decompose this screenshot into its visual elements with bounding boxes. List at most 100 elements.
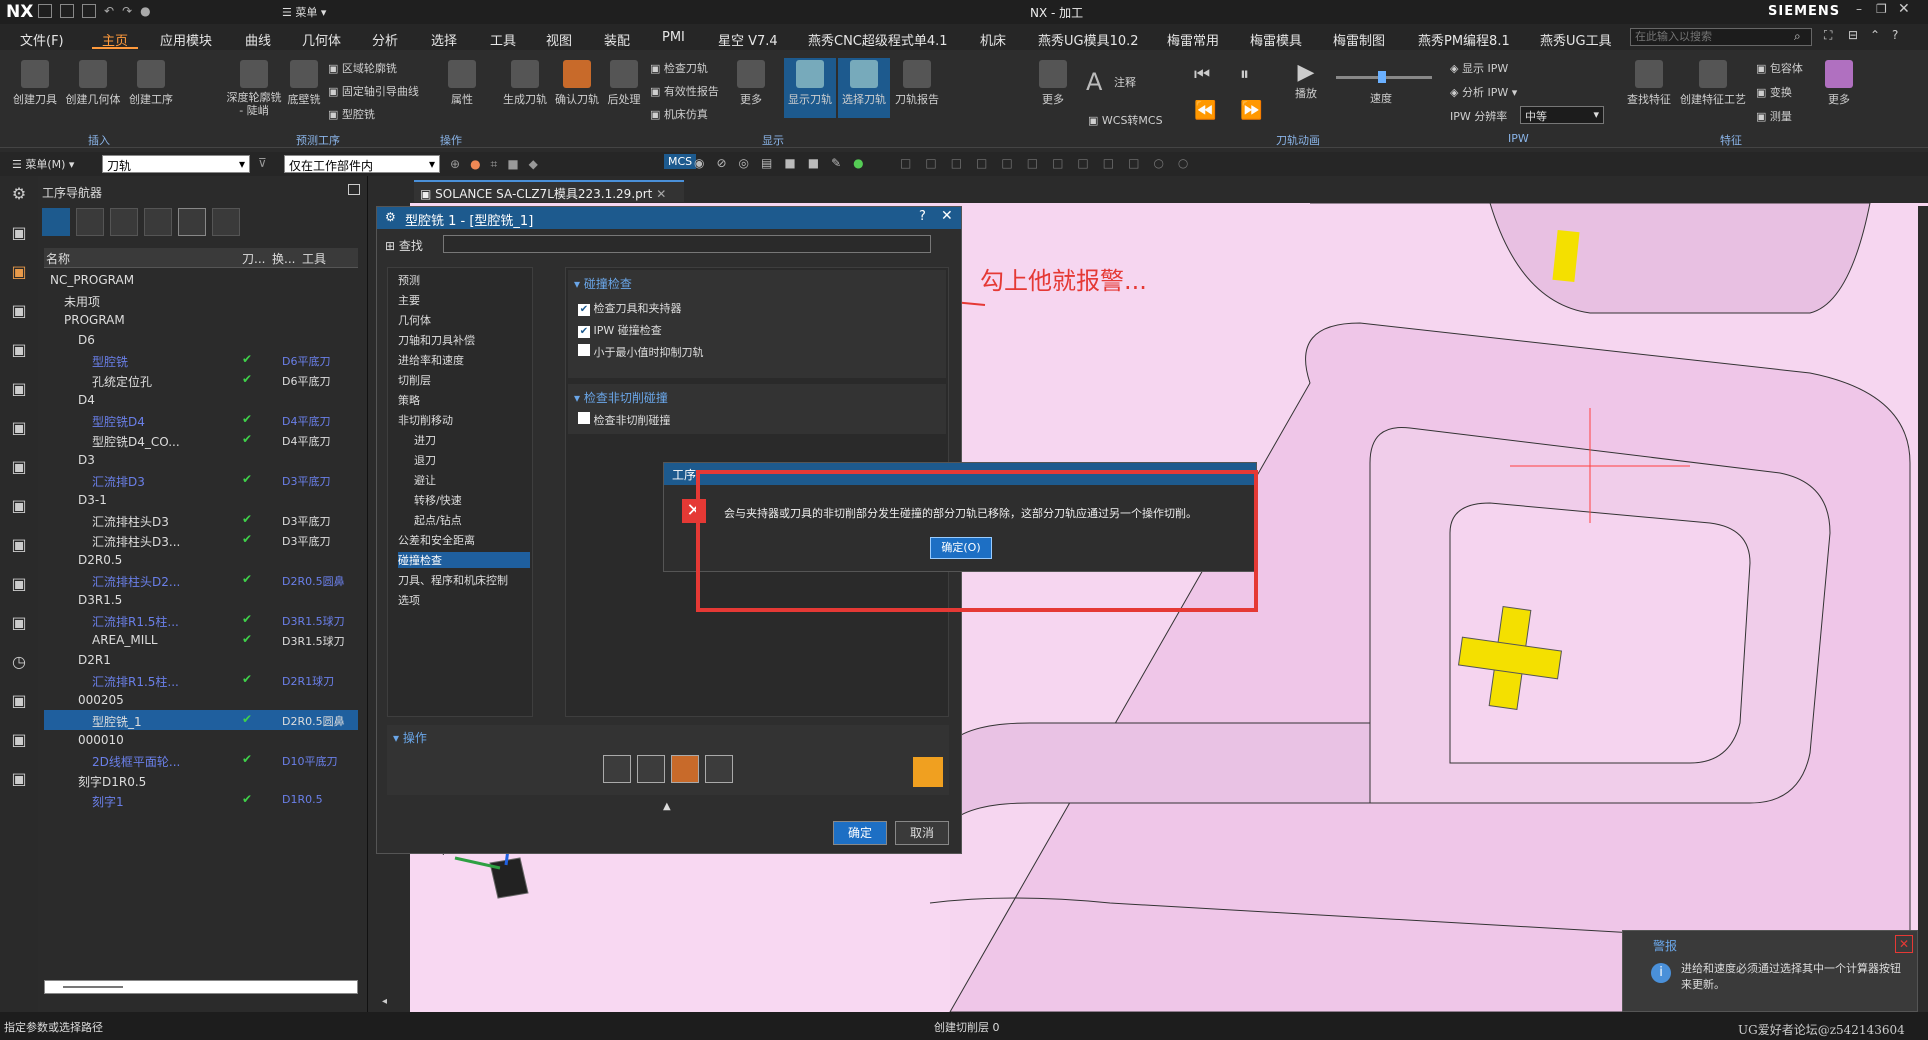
tree-row[interactable]: 型腔铣 ✔ D6平底刀 — [44, 350, 358, 370]
part-navigator-icon[interactable]: ▣ — [11, 223, 26, 242]
menu-select[interactable]: 选择 — [431, 30, 457, 49]
dialog-tree-item[interactable]: 公差和安全距离 — [398, 532, 530, 548]
tree-row[interactable]: 2D线框平面轮... ✔ D10平底刀 — [44, 750, 358, 770]
program-order-view-icon[interactable] — [42, 208, 70, 236]
tree-row[interactable]: AREA_MILL ✔ D3R1.5球刀 — [44, 630, 358, 650]
close-tab-icon[interactable]: ✕ — [656, 187, 666, 201]
menu-machine[interactable]: 机床 — [980, 30, 1006, 49]
close-button[interactable]: ✕ — [1898, 1, 1910, 17]
fullscreen-icon[interactable]: ⛶ — [1824, 28, 1832, 43]
dialog-tree-item[interactable]: 刀轴和刀具补偿 — [398, 332, 530, 348]
menu-geometry[interactable]: 几何体 — [302, 30, 341, 49]
dialog-cancel-button[interactable]: 取消 — [895, 821, 949, 845]
dialog-tree-item[interactable]: 退刀 — [414, 452, 530, 468]
snap-end-icon[interactable]: □ — [900, 156, 911, 170]
web-icon[interactable]: ▣ — [11, 769, 26, 788]
tree-row[interactable]: 型腔铣_1 ✔ D2R0.5圆鼻 — [44, 710, 358, 730]
floor-wall-button[interactable]: 底壁铣 — [284, 60, 324, 107]
selection-scope-select[interactable]: 仅在工作部件内 ▾ — [284, 155, 440, 173]
solid-icon[interactable]: ◆ — [529, 157, 538, 172]
transform-button[interactable]: ▣ 变换 — [1756, 84, 1792, 100]
suppress-toolpath-checkbox[interactable]: 小于最小值时抑制刀轨 — [578, 344, 704, 360]
create-operation-button[interactable]: 创建工序 — [124, 60, 178, 107]
dialog-tree-item[interactable]: 刀具、程序和机床控制 — [398, 572, 530, 588]
warning-close-button[interactable]: ✕ — [1895, 935, 1913, 953]
tree-row[interactable]: D4 — [44, 390, 358, 410]
tree-row[interactable]: 刻字1 ✔ D1R0.5 — [44, 790, 358, 810]
menu-pmi[interactable]: PMI — [662, 30, 685, 45]
filter-icon[interactable]: ⊽ — [258, 156, 267, 170]
check-tool-holder-checkbox[interactable]: ✔ 检查刀具和夹持器 — [578, 300, 682, 316]
save-icon[interactable] — [82, 4, 96, 18]
annotation-icon[interactable]: A — [1086, 68, 1102, 96]
pen-icon[interactable]: ✎ — [831, 156, 841, 170]
layer-icon[interactable]: ▤ — [761, 156, 772, 170]
tree-row[interactable]: D6 — [44, 330, 358, 350]
column-name[interactable]: 名称 — [46, 250, 70, 267]
tree-row[interactable]: 型腔铣D4 ✔ D4平底刀 — [44, 410, 358, 430]
menu-yanxiu-cnc[interactable]: 燕秀CNC超级程式单4.1 — [808, 30, 948, 49]
speed-slider[interactable] — [1336, 71, 1432, 83]
more-feature-button[interactable]: 更多 — [1822, 60, 1856, 107]
find-feature-button[interactable]: 查找特征 — [1622, 60, 1676, 107]
menu-view[interactable]: 视图 — [546, 30, 572, 49]
zlevel-steep-button[interactable]: 深度轮廓铣 - 陡峭 — [226, 60, 282, 117]
snap-icon[interactable]: ⌗ — [491, 157, 498, 172]
replay-icon[interactable] — [637, 755, 665, 783]
operations-title[interactable]: ▾ 操作 — [393, 729, 427, 746]
microphone-icon[interactable]: ● — [140, 4, 150, 18]
menu-meilei-mold[interactable]: 梅雷模具 — [1250, 30, 1302, 49]
geometry-view-icon[interactable] — [110, 208, 138, 236]
validity-report-button[interactable]: ▣ 有效性报告 — [650, 83, 719, 99]
speed-slider-handle[interactable] — [1378, 71, 1386, 83]
search-icon[interactable]: ⌕ — [1794, 29, 1801, 44]
dialog-tree-item[interactable]: 主要 — [398, 292, 530, 308]
create-tool-button[interactable]: 创建刀具 — [8, 60, 62, 107]
settings-icon[interactable]: ⚙ — [12, 184, 26, 203]
list-icon[interactable] — [705, 755, 733, 783]
annotation-label[interactable]: 注释 — [1114, 74, 1136, 90]
maximize-navigator-icon[interactable] — [348, 184, 360, 195]
menu-yanxiu-mold[interactable]: 燕秀UG模具10.2 — [1038, 30, 1139, 49]
snap-quad-icon[interactable]: □ — [976, 156, 987, 170]
tree-row[interactable]: NC_PROGRAM — [44, 270, 358, 290]
eye-icon[interactable]: ◉ — [694, 156, 704, 170]
constraint-navigator-icon[interactable]: ▣ — [11, 535, 26, 554]
menu-app-modules[interactable]: 应用模块 — [160, 30, 212, 49]
tree-row[interactable]: 未用项 — [44, 290, 358, 310]
dialog-ok-button[interactable]: 确定 — [833, 821, 887, 845]
collapse-ribbon-icon[interactable]: ⌃ — [1870, 28, 1880, 42]
add-icon[interactable] — [178, 208, 206, 236]
bounding-body-button[interactable]: ▣ 包容体 — [1756, 60, 1803, 76]
navigator-scrollbar[interactable] — [44, 980, 358, 994]
dialog-tree-item[interactable]: 几何体 — [398, 312, 530, 328]
dialog-tree-item[interactable]: 预测 — [398, 272, 530, 288]
dialog-tree-item[interactable]: 碰撞检查 — [398, 552, 530, 568]
tree-row[interactable]: D3-1 — [44, 490, 358, 510]
snap-grid-icon[interactable]: □ — [1103, 156, 1114, 170]
redo-icon[interactable]: ↷ — [122, 4, 132, 18]
check-toolpath-button[interactable]: ▣ 检查刀轨 — [650, 60, 708, 76]
tree-row[interactable]: 汇流排D3 ✔ D3平底刀 — [44, 470, 358, 490]
step-back-icon[interactable]: ⏪ — [1194, 100, 1216, 121]
assembly-navigator-icon[interactable]: ▣ — [11, 457, 26, 476]
tree-row[interactable]: 汇流排柱头D3... ✔ D3平底刀 — [44, 530, 358, 550]
snap-circle-icon[interactable]: ○ — [1153, 156, 1163, 170]
dialog-tree-item[interactable]: 非切削移动 — [398, 412, 530, 428]
collapse-arrow-icon[interactable]: ▲ — [663, 801, 671, 812]
tree-row[interactable]: D2R0.5 — [44, 550, 358, 570]
dialog-tree-item[interactable]: 策略 — [398, 392, 530, 408]
dialog-tree-item[interactable]: 进给率和速度 — [398, 352, 530, 368]
analyze-ipw-button[interactable]: ◈ 分析 IPW ▾ — [1450, 84, 1517, 100]
snap-mid-icon[interactable]: □ — [925, 156, 936, 170]
wcs-to-mcs-button[interactable]: ▣ WCS转MCS — [1088, 112, 1163, 128]
create-feature-process-button[interactable]: 创建特征工艺 — [1678, 60, 1748, 107]
ipw-collision-checkbox[interactable]: ✔ IPW 碰撞检查 — [578, 322, 662, 338]
find-input[interactable] — [443, 235, 931, 253]
menu-tools[interactable]: 工具 — [490, 30, 516, 49]
scrollbar-thumb[interactable] — [63, 986, 123, 988]
command-search-input[interactable] — [1630, 28, 1812, 46]
delete-view-icon[interactable] — [212, 208, 240, 236]
minimize-button[interactable]: – — [1856, 2, 1862, 16]
operation-navigator-icon[interactable]: ▣ — [11, 262, 26, 281]
